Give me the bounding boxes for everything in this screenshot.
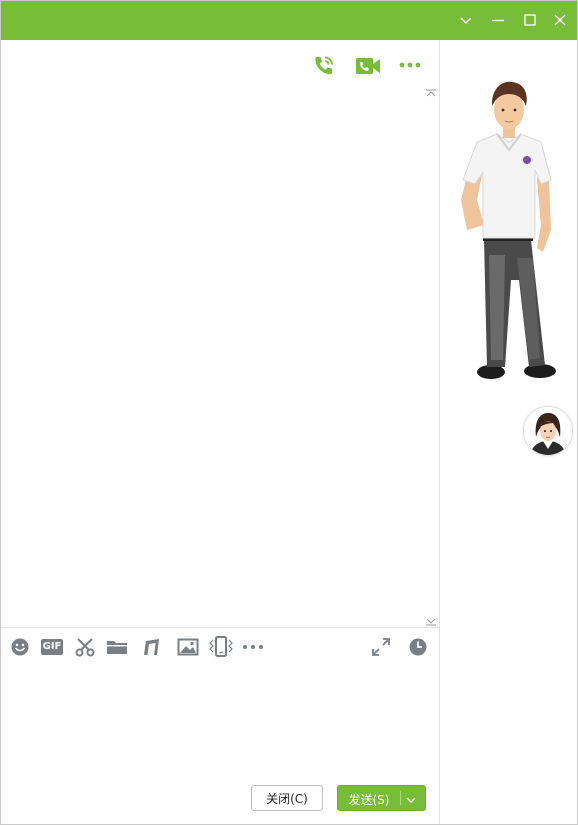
close-button[interactable]: 关闭(C) xyxy=(251,785,323,811)
send-options-chevron-icon[interactable] xyxy=(405,794,417,808)
gif-label: GIF xyxy=(42,641,62,652)
history-clock-icon[interactable] xyxy=(408,637,428,657)
send-button-divider xyxy=(400,791,401,805)
male-3d-avatar[interactable] xyxy=(449,80,567,386)
shake-window-icon[interactable] xyxy=(208,635,234,659)
video-call-icon[interactable] xyxy=(354,55,382,77)
more-dots-icon[interactable] xyxy=(398,60,422,70)
send-button[interactable]: 发送(S) xyxy=(337,785,426,811)
send-button-label: 发送(S) xyxy=(348,793,390,807)
more-options-icon[interactable] xyxy=(241,643,265,651)
close-icon[interactable] xyxy=(549,9,571,31)
maximize-icon[interactable] xyxy=(519,9,541,31)
female-avatar[interactable] xyxy=(523,406,573,456)
phone-call-icon[interactable] xyxy=(311,53,337,79)
expand-icon[interactable] xyxy=(370,636,392,658)
title-bar[interactable] xyxy=(1,1,577,40)
scissors-icon[interactable] xyxy=(74,637,96,657)
scroll-down-arrow-icon[interactable] xyxy=(425,615,437,626)
music-note-icon[interactable] xyxy=(141,637,163,657)
chat-window: GIF 关闭(C) 发送(S) xyxy=(0,0,578,825)
show-avatar-panel xyxy=(439,40,577,824)
message-input[interactable] xyxy=(1,666,439,776)
gif-icon[interactable]: GIF xyxy=(41,639,63,655)
message-history-area[interactable] xyxy=(1,86,439,626)
chevron-down-icon[interactable] xyxy=(455,9,477,31)
chat-pane: GIF 关闭(C) 发送(S) xyxy=(1,40,439,824)
minimize-icon[interactable] xyxy=(487,9,509,31)
emoji-icon[interactable] xyxy=(10,637,30,657)
image-icon[interactable] xyxy=(177,638,199,656)
folder-icon[interactable] xyxy=(106,638,128,656)
input-toolbar: GIF xyxy=(1,627,439,666)
close-button-label: 关闭(C) xyxy=(266,791,308,806)
